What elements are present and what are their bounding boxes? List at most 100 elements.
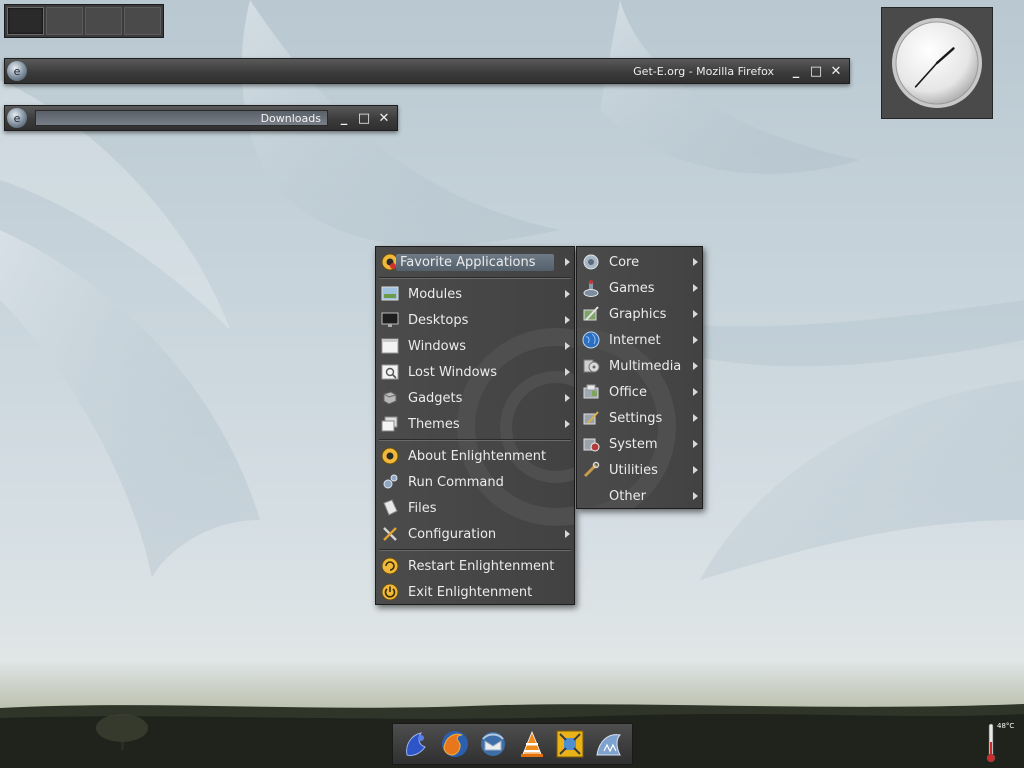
- menu-item-gadgets[interactable]: Gadgets: [376, 385, 574, 411]
- thunderbird-icon[interactable]: [476, 727, 510, 761]
- menu-item-label: Desktops: [408, 312, 469, 328]
- submenu-item-core[interactable]: Core: [577, 249, 702, 275]
- workspace-icon[interactable]: [553, 727, 587, 761]
- submenu-arrow-icon: [693, 440, 698, 448]
- favorite-applications-submenu: Core Games Graphics Internet Multimedia Offic…: [576, 246, 703, 509]
- clock-gadget[interactable]: [881, 7, 993, 119]
- submenu-arrow-icon: [693, 336, 698, 344]
- firefox-window-titlebar[interactable]: e Get-E.org - Mozilla Firefox _ □ ✕: [4, 58, 850, 84]
- window-title: Get-E.org - Mozilla Firefox: [633, 64, 774, 78]
- submenu-item-label: System: [609, 436, 658, 452]
- menu-item-label: Exit Enlightenment: [408, 584, 533, 600]
- menu-item-about-enlightenment[interactable]: About Enlightenment: [376, 443, 574, 469]
- submenu-arrow-icon: [565, 342, 570, 350]
- desktop-1[interactable]: [7, 7, 44, 35]
- submenu-item-multimedia[interactable]: Multimedia: [577, 353, 702, 379]
- maximize-button[interactable]: □: [806, 61, 826, 81]
- submenu-arrow-icon: [693, 284, 698, 292]
- windows-icon: [380, 336, 400, 356]
- submenu-item-settings[interactable]: Settings: [577, 405, 702, 431]
- minimize-button[interactable]: _: [786, 61, 806, 81]
- menu-item-favorite-applications[interactable]: Favorite Applications: [376, 249, 574, 275]
- desktops-icon: [380, 310, 400, 330]
- submenu-item-label: Multimedia: [609, 358, 682, 374]
- submenu-arrow-icon: [693, 492, 698, 500]
- graphics-icon: [581, 304, 601, 324]
- menu-item-label: Themes: [408, 416, 460, 432]
- submenu-arrow-icon: [565, 316, 570, 324]
- desktop-4[interactable]: [124, 7, 161, 35]
- minimize-button[interactable]: _: [334, 108, 354, 128]
- desktop-3[interactable]: [85, 7, 122, 35]
- multimedia-icon: [581, 356, 601, 376]
- submenu-item-internet[interactable]: Internet: [577, 327, 702, 353]
- menu-item-windows[interactable]: Windows: [376, 333, 574, 359]
- submenu-item-office[interactable]: Office: [577, 379, 702, 405]
- submenu-arrow-icon: [565, 258, 570, 266]
- desktop-2[interactable]: [46, 7, 83, 35]
- submenu-item-label: Utilities: [609, 462, 658, 478]
- configuration-icon: [380, 524, 400, 544]
- modules-icon: [380, 284, 400, 304]
- submenu-item-system[interactable]: System: [577, 431, 702, 457]
- submenu-arrow-icon: [565, 530, 570, 538]
- submenu-arrow-icon: [693, 388, 698, 396]
- maximize-button[interactable]: □: [354, 108, 374, 128]
- submenu-item-label: Core: [609, 254, 640, 270]
- submenu-arrow-icon: [565, 420, 570, 428]
- submenu-arrow-icon: [693, 310, 698, 318]
- internet-icon: [581, 330, 601, 350]
- menu-item-lost-windows[interactable]: Lost Windows: [376, 359, 574, 385]
- menu-item-label: Run Command: [408, 474, 504, 490]
- submenu-arrow-icon: [565, 394, 570, 402]
- submenu-arrow-icon: [693, 362, 698, 370]
- system-icon: [581, 434, 601, 454]
- close-button[interactable]: ✕: [374, 108, 394, 128]
- temperature-gadget: 48°C: [984, 720, 1020, 764]
- window-app-icon[interactable]: e: [7, 61, 27, 81]
- virtual-desktop-pager: [4, 4, 164, 38]
- files-icon: [380, 498, 400, 518]
- submenu-arrow-icon: [565, 290, 570, 298]
- menu-item-files[interactable]: Files: [376, 495, 574, 521]
- submenu-item-games[interactable]: Games: [577, 275, 702, 301]
- window-app-icon[interactable]: e: [7, 108, 27, 128]
- downloads-window-titlebar[interactable]: e Downloads _ □ ✕: [4, 105, 398, 131]
- settings-icon: [581, 408, 601, 428]
- menu-item-configuration[interactable]: Configuration: [376, 521, 574, 547]
- menu-item-run-command[interactable]: Run Command: [376, 469, 574, 495]
- menu-item-label: Configuration: [408, 526, 497, 542]
- submenu-item-other[interactable]: Other: [577, 483, 702, 508]
- submenu-item-utilities[interactable]: Utilities: [577, 457, 702, 483]
- firefox-icon[interactable]: [438, 727, 472, 761]
- restart-icon: [380, 556, 400, 576]
- menu-item-themes[interactable]: Themes: [376, 411, 574, 437]
- analog-clock: [892, 18, 982, 108]
- close-button[interactable]: ✕: [826, 61, 846, 81]
- window-title: Downloads: [35, 110, 328, 126]
- menu-item-exit-enlightenment[interactable]: Exit Enlightenment: [376, 579, 574, 604]
- submenu-item-label: Games: [609, 280, 655, 296]
- enlightenment-icon[interactable]: [399, 727, 433, 761]
- submenu-item-graphics[interactable]: Graphics: [577, 301, 702, 327]
- submenu-item-label: Internet: [609, 332, 661, 348]
- menu-separator: [379, 277, 571, 279]
- menu-item-restart-enlightenment[interactable]: Restart Enlightenment: [376, 553, 574, 579]
- office-icon: [581, 382, 601, 402]
- menu-item-label: Restart Enlightenment: [408, 558, 555, 574]
- submenu-arrow-icon: [693, 414, 698, 422]
- terminal-shark-icon[interactable]: [592, 727, 626, 761]
- empty-icon: [581, 486, 601, 506]
- menu-separator: [379, 439, 571, 441]
- thermometer-icon: [986, 723, 996, 763]
- games-icon: [581, 278, 601, 298]
- menu-item-label: Favorite Applications: [396, 253, 554, 271]
- vlc-icon[interactable]: [515, 727, 549, 761]
- menu-separator: [379, 549, 571, 551]
- menu-item-modules[interactable]: Modules: [376, 281, 574, 307]
- temperature-label: 48°C: [997, 722, 1015, 730]
- utilities-icon: [581, 460, 601, 480]
- exit-icon: [380, 582, 400, 602]
- menu-item-desktops[interactable]: Desktops: [376, 307, 574, 333]
- submenu-item-label: Settings: [609, 410, 663, 426]
